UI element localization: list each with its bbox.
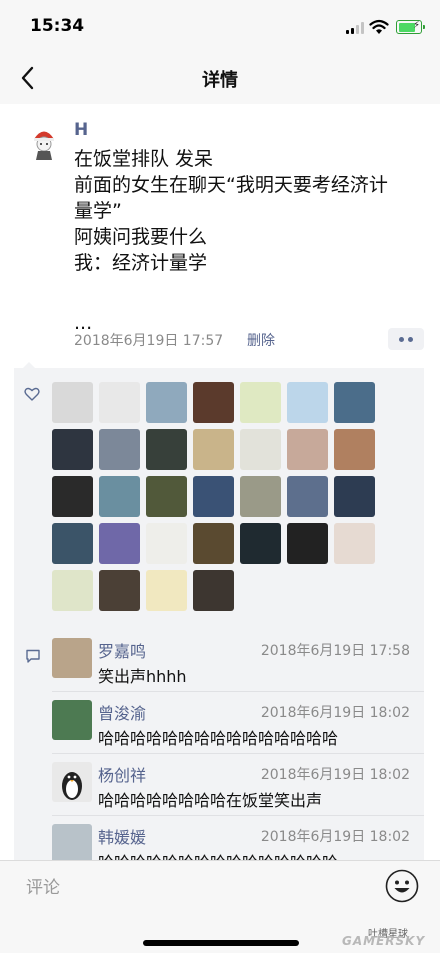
comment-item[interactable]: 杨创祥 2018年6月19日 18:02 哈哈哈哈哈哈哈哈在饭堂笑出声 (14, 754, 424, 816)
liker-avatar[interactable] (240, 429, 281, 470)
liker-avatar[interactable] (99, 476, 140, 517)
liker-avatar[interactable] (99, 523, 140, 564)
status-time: 15:34 (30, 16, 85, 36)
liker-avatar[interactable] (52, 570, 93, 611)
comment-input[interactable] (8, 869, 378, 907)
author-name[interactable]: H (74, 120, 88, 140)
author-avatar[interactable] (24, 122, 64, 162)
commenter-name[interactable]: 韩媛媛 (98, 824, 146, 848)
liker-avatar[interactable] (52, 523, 93, 564)
post-line: 阿姨问我要什么 (74, 226, 208, 248)
liker-avatar[interactable] (334, 382, 375, 423)
liker-avatar[interactable] (146, 429, 187, 470)
comment-time: 2018年6月19日 18:02 (260, 829, 410, 845)
battery-charging-icon: ⚡ (396, 20, 425, 34)
commenter-name[interactable]: 罗嘉鸣 (98, 638, 146, 662)
liker-avatar[interactable] (240, 523, 281, 564)
comment-text: 笑出声hhhh (98, 667, 187, 686)
liker-avatar[interactable] (52, 476, 93, 517)
liker-avatar[interactable] (240, 382, 281, 423)
more-options-button[interactable] (388, 328, 424, 350)
post-line (74, 276, 424, 302)
liker-avatar[interactable] (99, 570, 140, 611)
commenter-avatar[interactable] (52, 638, 92, 678)
liker-avatar[interactable] (193, 523, 234, 564)
liker-avatar[interactable] (240, 476, 281, 517)
cellular-signal-icon (346, 22, 366, 34)
liker-avatar[interactable] (193, 570, 234, 611)
liker-avatar[interactable] (99, 382, 140, 423)
comment-item[interactable]: 曾浚渝 2018年6月19日 18:02 哈哈哈哈哈哈哈哈哈哈哈哈哈哈哈 (14, 692, 424, 754)
comment-text: 哈哈哈哈哈哈哈哈在饭堂笑出声 (98, 791, 323, 810)
comments-section: 罗嘉鸣 2018年6月19日 17:58 笑出声hhhh 曾浚渝 2018年6月… (14, 630, 424, 869)
liker-avatar[interactable] (52, 429, 93, 470)
liker-avatar[interactable] (193, 476, 234, 517)
nav-bar: 详情 (0, 52, 440, 104)
post-timestamp: 2018年6月19日 17:57 (74, 333, 224, 349)
home-indicator (143, 940, 299, 946)
likes-section (14, 368, 424, 630)
liker-avatar[interactable] (287, 523, 328, 564)
delete-button[interactable]: 删除 (247, 330, 275, 350)
moment-post: H 在饭堂排队 发呆 前面的女生在聊天“我明天要考经济计 量学” 阿姨问我要什么… (0, 104, 440, 869)
liker-avatar[interactable] (334, 476, 375, 517)
liker-avatar[interactable] (146, 523, 187, 564)
status-bar: 15:34 ⚡ (0, 0, 440, 52)
liker-avatar[interactable] (334, 429, 375, 470)
liker-avatar[interactable] (287, 476, 328, 517)
wifi-icon (369, 19, 389, 34)
smiley-face-icon[interactable] (385, 869, 419, 903)
commenter-avatar[interactable] (52, 824, 92, 864)
penguin-avatar-icon (62, 772, 82, 800)
comment-time: 2018年6月19日 17:58 (260, 643, 410, 659)
commenter-avatar[interactable] (52, 700, 92, 740)
comment-time: 2018年6月19日 18:02 (260, 767, 410, 783)
post-line: 前面的女生在聊天“我明天要考经济计 (74, 174, 388, 196)
liker-avatar[interactable] (146, 382, 187, 423)
liker-avatar[interactable] (287, 429, 328, 470)
liker-avatar[interactable] (99, 429, 140, 470)
comment-item[interactable]: 罗嘉鸣 2018年6月19日 17:58 笑出声hhhh (14, 630, 424, 692)
liker-avatar[interactable] (52, 382, 93, 423)
page-title: 详情 (202, 70, 238, 91)
liker-avatar[interactable] (287, 382, 328, 423)
post-text: 在饭堂排队 发呆 前面的女生在聊天“我明天要考经济计 量学” 阿姨问我要什么 我… (74, 146, 424, 336)
commenter-avatar[interactable] (52, 762, 92, 802)
post-line: 量学” (74, 200, 122, 222)
liker-avatar[interactable] (334, 523, 375, 564)
post-line: 我：经济计量学 (74, 252, 208, 274)
watermark-logo: GAMERSKY (342, 934, 426, 948)
heart-outline-icon (24, 387, 40, 401)
liker-avatar[interactable] (193, 382, 234, 423)
post-line: 在饭堂排队 发呆 (74, 148, 214, 170)
liker-avatar[interactable] (146, 570, 187, 611)
comment-text: 哈哈哈哈哈哈哈哈哈哈哈哈哈哈哈 (98, 729, 339, 748)
liker-avatar[interactable] (193, 429, 234, 470)
comment-input-bar: 吐槽星球 GAMERSKY (0, 860, 440, 953)
comment-time: 2018年6月19日 18:02 (260, 705, 410, 721)
commenter-name[interactable]: 曾浚渝 (98, 700, 146, 724)
commenter-name[interactable]: 杨创祥 (98, 762, 146, 786)
liker-avatar[interactable] (146, 476, 187, 517)
